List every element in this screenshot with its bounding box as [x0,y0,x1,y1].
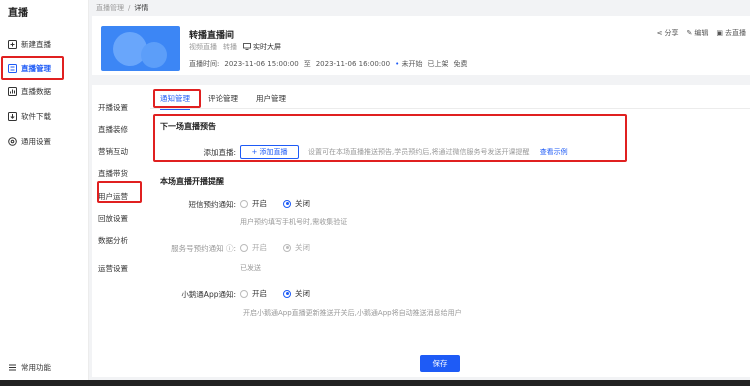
live-time-label: 直播时间: [189,60,220,68]
go-live-icon: ▣ [716,29,723,37]
wechat-off-label: 关闭 [295,243,310,252]
sub-nav-item[interactable]: 直播装修 [98,124,128,135]
live-relay-tag: 转播 [223,43,237,51]
radio-off-icon [240,289,248,298]
sidebar-item-label: 新建直播 [21,39,51,49]
sidebar-item-settings[interactable]: 通用设置 [0,130,89,152]
gear-icon [8,136,17,146]
preview-hint-text: 设置可在本场直播推送预告,学员预约后,将通过微信服务号发送开课提醒 [308,148,530,156]
sidebar-item-live-data[interactable]: 直播数据 [0,80,89,102]
main-panel: 通知管理 评论管理 用户管理 下一场直播预告 添加直播: + 添加直播 设置可在… [150,85,750,377]
chart-icon [8,86,17,96]
menu-icon [8,363,17,372]
live-header-card: 转播直播间 视频直播 转播 实时大屏 直播时间: 2023-11-06 15:0… [92,16,750,75]
sidebar-item-label: 通用设置 [21,136,51,146]
live-meta: 视频直播 转播 实时大屏 [189,42,281,52]
sub-nav-item[interactable]: 数据分析 [98,235,128,246]
breadcrumb-current: 详情 [134,4,149,12]
live-cover-image [101,26,180,71]
radio-off-icon [240,199,248,208]
wechat-on-radio[interactable]: 开启 [240,242,267,253]
sub-nav-item[interactable]: 开播设置 [98,102,128,113]
sub-nav-item[interactable]: 运营设置 [98,263,128,274]
live-category: 视频直播 [189,43,217,51]
breadcrumb-parent[interactable]: 直播管理 [96,3,124,13]
live-end-time: 2023-11-06 16:00:00 [315,60,391,68]
radio-on-icon [283,243,291,252]
save-button[interactable]: 保存 [420,355,460,372]
add-live-button[interactable]: + 添加直播 [240,145,299,159]
radio-on-icon [283,199,291,208]
live-price: 免费 [453,60,468,68]
sidebar-title: 直播 [8,8,28,19]
sms-off-radio[interactable]: 关闭 [283,198,310,209]
breadcrumb: 直播管理 / 详情 [96,3,148,13]
add-live-label: 添加直播: [203,148,236,157]
preview-section-title: 下一场直播预告 [160,122,216,131]
sidebar-item-live-manage[interactable]: 直播管理 [0,57,89,79]
xiaoe-off-label: 关闭 [295,289,310,298]
left-sidebar: 直播 新建直播 直播管理 直播数据 软件下载 通用设置 常用功能 [0,0,89,380]
live-time-to: 至 [303,60,311,68]
go-live-button[interactable]: ▣ 去直播 [716,28,746,38]
preview-hint: 设置可在本场直播推送预告,学员预约后,将通过微信服务号发送开课提醒 查看示例 [308,147,568,157]
wechat-on-label: 开启 [252,243,267,252]
share-icon: ⋖ [656,29,663,37]
detail-sub-nav: 开播设置 直播装修 营销互动 直播带货 用户运营 回放设置 数据分析 运营设置 [92,85,150,377]
list-icon [8,63,17,73]
live-listed-status: 已上架 [427,60,449,68]
realtime-screen-link[interactable]: 实时大屏 [243,42,281,52]
download-icon [8,111,17,121]
radio-on-icon [283,289,291,298]
sidebar-item-new-live[interactable]: 新建直播 [0,33,89,55]
sidebar-item-download[interactable]: 软件下载 [0,105,89,127]
live-title: 转播直播间 [189,31,235,41]
xiaoe-notice-hint: 开启小鹅通App直播更新推送开关后,小鹅通App将自动推送消息给用户 [243,309,462,317]
edit-button[interactable]: ✎ 编辑 [687,28,709,38]
xiaoe-notice-radios: 开启 关闭 [240,288,310,299]
sms-on-radio[interactable]: 开启 [240,198,267,209]
sms-notice-radios: 开启 关闭 [240,198,310,209]
sub-nav-item[interactable]: 回放设置 [98,213,128,224]
realtime-screen-label: 实时大屏 [253,43,281,51]
go-live-label: 去直播 [725,29,746,37]
edit-label: 编辑 [694,29,709,37]
sidebar-item-label: 软件下载 [21,111,51,121]
status-dot-icon: • [395,60,400,68]
sidebar-item-label: 直播管理 [21,63,51,73]
sidebar-footer-label: 常用功能 [21,363,51,372]
live-time-row: 直播时间: 2023-11-06 15:00:00 至 2023-11-06 1… [189,59,467,69]
xiaoe-off-radio[interactable]: 关闭 [283,288,310,299]
plus-square-icon [8,39,17,49]
live-start-time: 2023-11-06 15:00:00 [224,60,299,68]
radio-off-icon [240,243,248,252]
breadcrumb-separator: / [128,4,131,12]
sidebar-item-label: 直播数据 [21,86,51,96]
sub-nav-item[interactable]: 直播带货 [98,168,128,179]
reminder-section-title: 本场直播开播提醒 [160,177,224,186]
live-status: 未开始 [401,60,423,68]
xiaoe-notice-label: 小鹅通App通知: [181,290,236,299]
sms-notice-label: 短信预约通知: [188,200,236,209]
edit-icon: ✎ [686,29,693,37]
wechat-notice-label: 服务号预约通知 ⓘ: [171,244,236,253]
sms-notice-hint: 用户预约填写手机号时,需收集验证 [240,218,348,226]
sub-nav-item[interactable]: 营销互动 [98,146,128,157]
xiaoe-on-radio[interactable]: 开启 [240,288,267,299]
sidebar-common-functions[interactable]: 常用功能 [8,362,51,373]
xiaoe-on-label: 开启 [252,289,267,298]
share-button[interactable]: ⋖ 分享 [657,28,679,38]
sms-off-label: 关闭 [295,199,310,208]
wechat-notice-hint: 已发送 [240,264,261,272]
sms-on-label: 开启 [252,199,267,208]
header-actions: ⋖ 分享 ✎ 编辑 ▣ 去直播 [657,28,746,38]
tab-divider [150,108,750,109]
bottom-bar [0,380,750,386]
share-label: 分享 [664,29,679,37]
sub-nav-item-user-ops[interactable]: 用户运营 [98,191,128,202]
wechat-notice-radios: 开启 关闭 [240,242,310,253]
view-example-link[interactable]: 查看示例 [540,148,568,156]
wechat-off-radio[interactable]: 关闭 [283,242,310,253]
monitor-icon [243,42,251,52]
